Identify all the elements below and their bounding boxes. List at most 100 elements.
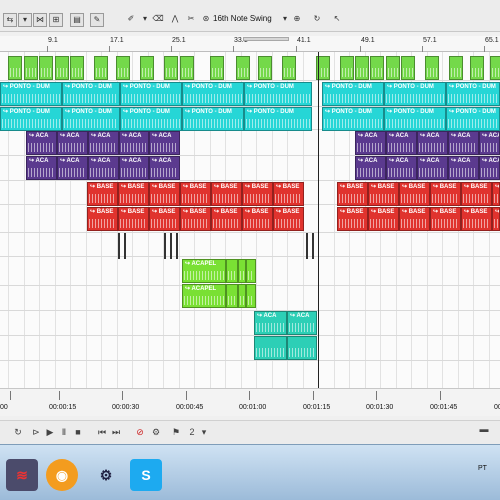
audio-app-icon[interactable]: ≋ [6,459,38,491]
red-clip[interactable]: ↪ BASE [211,207,242,231]
red-clip[interactable]: ↪ BASE [461,207,492,231]
volume-icon[interactable]: ▬ [478,423,490,435]
cyan-clip[interactable]: ↪ PONTO - DUM [322,107,384,131]
purple-clip[interactable]: ↪ ACA [57,131,88,155]
clip-fragment[interactable] [164,233,166,259]
play-from-start-icon[interactable]: ⊳ [30,426,42,438]
red-clip[interactable]: ↪ BASE [461,182,492,206]
refresh-icon[interactable]: ↻ [310,13,324,27]
purple-clip[interactable]: ↪ ACA [417,156,448,180]
purple-clip[interactable]: ↪ ACA [149,156,180,180]
red-clip[interactable]: ↪ BASE [118,182,149,206]
green-clip[interactable] [401,56,415,80]
teal-clip[interactable]: ↪ ACA [287,311,317,335]
green-clip[interactable] [386,56,400,80]
grid-tool-icon[interactable]: ▤ [70,13,84,27]
cyan-clip[interactable]: ↪ PONTO - DUM [0,107,62,131]
teal-clip[interactable] [287,336,317,360]
cyan-clip[interactable]: ↪ PONTO - DUM [244,82,312,106]
lime-clip[interactable] [238,284,246,308]
red-clip[interactable]: ↪ BASE [273,207,304,231]
brush-dropdown-icon[interactable]: ▾ [138,13,152,27]
green-clip[interactable] [180,56,194,80]
red-clip[interactable]: ↪ BASE [337,182,368,206]
green-clip[interactable] [236,56,250,80]
envelope-tool-icon[interactable]: ⋈ [33,13,47,27]
red-clip[interactable]: ↪ BASE [149,207,180,231]
fade-tool-icon[interactable]: ⋀ [168,13,182,27]
red-clip[interactable]: ↪ BASE [118,207,149,231]
firefox-icon[interactable]: ◉ [46,459,78,491]
green-clip[interactable] [8,56,22,80]
cyan-clip[interactable]: ↪ PONTO - DUM [182,82,244,106]
green-clip[interactable] [340,56,354,80]
green-clip[interactable] [370,56,384,80]
green-clip[interactable] [258,56,272,80]
eraser-tool-icon[interactable]: ⌫ [151,13,165,27]
green-clip[interactable] [70,56,84,80]
count-in-icon[interactable]: 2 [186,426,198,438]
lime-clip[interactable] [226,284,238,308]
pointer-icon[interactable]: ↖ [330,13,344,27]
go-to-start-icon[interactable]: ⏮ [96,426,108,438]
clip-fragment[interactable] [170,233,172,259]
red-clip[interactable]: ↪ BASE [180,207,211,231]
record-icon[interactable]: ⊘ [134,426,146,438]
swing-icon[interactable]: ⊛ [199,13,213,27]
cyan-clip[interactable]: ↪ PONTO - DUM [62,82,120,106]
pencil-tool-icon[interactable]: ✎ [90,13,104,27]
purple-clip[interactable]: ↪ ACA [448,131,479,155]
clip-fragment[interactable] [176,233,178,259]
purple-clip[interactable]: ↪ ACA [355,131,386,155]
green-clip[interactable] [164,56,178,80]
red-clip[interactable]: ↪ BASE [492,207,500,231]
red-clip[interactable]: ↪ BASE [368,207,399,231]
red-clip[interactable]: ↪ BASE [273,182,304,206]
purple-clip[interactable]: ↪ ACA [26,156,57,180]
skype-icon[interactable]: S [130,459,162,491]
purple-clip[interactable]: ↪ ACA [119,156,149,180]
snap-tool-icon[interactable]: ⊞ [49,13,63,27]
green-clip[interactable] [39,56,53,80]
red-clip[interactable]: ↪ BASE [492,182,500,206]
green-clip[interactable] [282,56,296,80]
red-clip[interactable]: ↪ BASE [87,207,118,231]
loop-region-marker[interactable] [243,37,289,41]
cyan-clip[interactable]: ↪ PONTO - DUM [0,82,62,106]
tracks-area[interactable]: ↪ PONTO - DUM ↪ PONTO - DUM ↪ PONTO - DUM ↪… [0,52,500,390]
green-clip[interactable] [94,56,108,80]
go-to-end-icon[interactable]: ⏭ [110,426,122,438]
green-clip[interactable] [425,56,439,80]
purple-clip[interactable]: ↪ ACA [26,131,57,155]
split-tool-icon[interactable]: ✂ [184,13,198,27]
purple-clip[interactable]: ↪ ACA [57,156,88,180]
lime-clip[interactable] [246,259,256,283]
red-clip[interactable]: ↪ BASE [399,207,430,231]
lime-clip[interactable] [238,259,246,283]
red-clip[interactable]: ↪ BASE [430,207,461,231]
stop-icon[interactable]: ■ [72,426,84,438]
green-clip[interactable] [24,56,38,80]
red-clip[interactable]: ↪ BASE [368,182,399,206]
purple-clip[interactable]: ↪ ACA [149,131,180,155]
teal-clip[interactable] [254,336,287,360]
purple-clip[interactable]: ↪ ACA [479,156,500,180]
purple-clip[interactable]: ↪ ACA [88,156,119,180]
locale-indicator[interactable]: PT [478,465,487,472]
clip-fragment[interactable] [118,233,120,259]
lime-clip[interactable]: ↪ ACAPEL [182,284,226,308]
cyan-clip[interactable]: ↪ PONTO - DUM [446,107,500,131]
red-clip[interactable]: ↪ BASE [242,207,273,231]
purple-clip[interactable]: ↪ ACA [119,131,149,155]
loop-icon[interactable]: ↻ [12,426,24,438]
lime-clip[interactable] [246,284,256,308]
purple-clip[interactable]: ↪ ACA [417,131,448,155]
red-clip[interactable]: ↪ BASE [87,182,118,206]
green-clip[interactable] [355,56,369,80]
green-clip[interactable] [55,56,69,80]
cyan-clip[interactable]: ↪ PONTO - DUM [322,82,384,106]
time-ruler[interactable]: 00 00:00:15 00:00:30 00:00:45 00:01:00 00:01:… [0,388,500,416]
red-clip[interactable]: ↪ BASE [430,182,461,206]
red-clip[interactable]: ↪ BASE [399,182,430,206]
brush-tool-icon[interactable]: ✐ [124,13,138,27]
